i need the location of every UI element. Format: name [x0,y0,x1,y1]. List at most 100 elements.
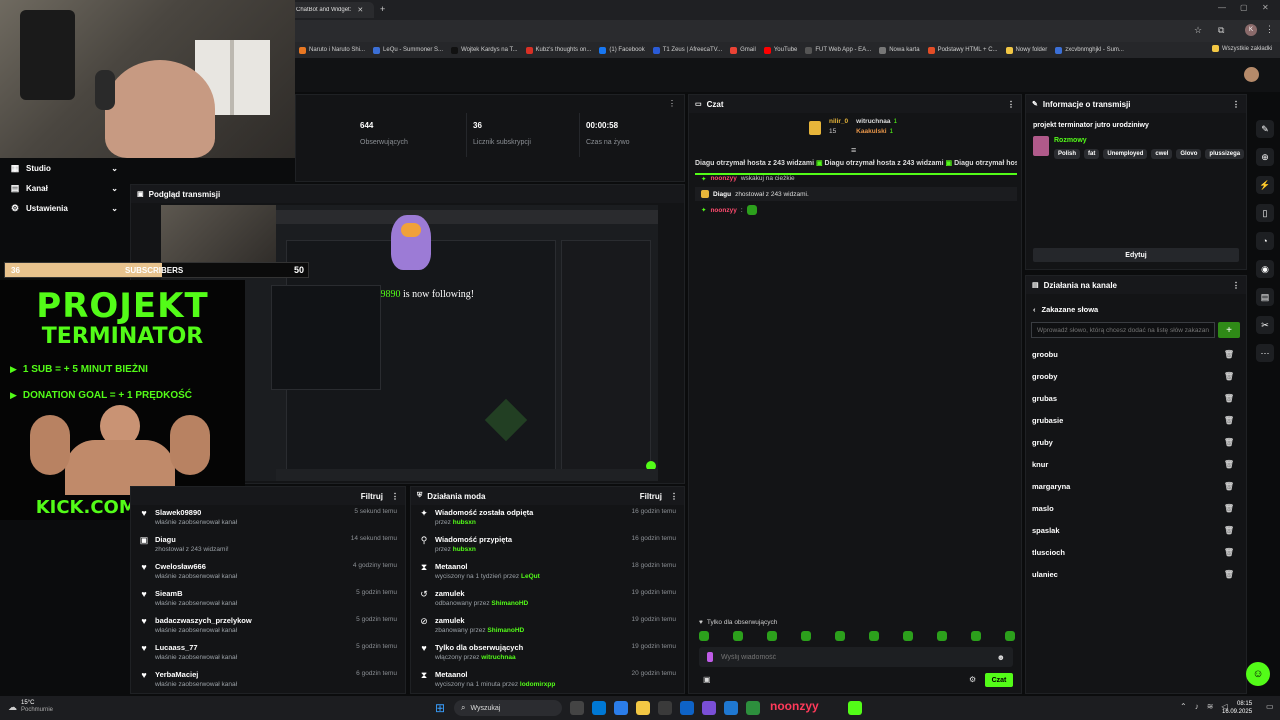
emote-icon[interactable] [733,631,743,641]
emote-icon[interactable] [903,631,913,641]
target-icon[interactable]: ⊕ [1256,148,1274,166]
file-explorer-icon[interactable] [636,701,650,715]
bookmark-item[interactable]: Nowa karta [879,46,920,54]
chat-username[interactable]: Diagu [713,191,731,198]
trash-icon[interactable]: 🗑 [1224,504,1234,513]
mod-action-moderator[interactable]: LeQut [521,573,540,580]
activity-row[interactable]: ♥ Cwelosław666 właśnie zaobserwował kanał 4… [131,559,405,586]
bookmark-item[interactable]: FUT Web App - EA... [805,46,871,54]
banned-word-input[interactable] [1031,322,1215,338]
outlook-icon[interactable] [592,701,606,715]
top-user-name[interactable]: nilir_0 [829,117,848,127]
trash-icon[interactable]: 🗑 [1224,570,1234,579]
app-icon[interactable] [724,701,738,715]
trash-icon[interactable]: 🗑 [1224,438,1234,447]
mod-action-moderator[interactable]: ShimanoHD [491,600,528,607]
mod-action-moderator[interactable]: hubsxn [453,519,476,526]
mod-action-row[interactable]: ⧗ Metaanol wyciszony na 1 tydzień przez Le… [411,559,684,586]
emoji-icon[interactable]: ☻ [997,653,1005,662]
menu-kebab-icon[interactable]: ⋮ [1265,24,1274,35]
stream-tag[interactable]: plussizega [1205,149,1245,159]
user-avatar[interactable] [1244,67,1259,82]
mod-action-moderator[interactable]: hubsxn [453,546,476,553]
trash-icon[interactable]: 🗑 [1224,548,1234,557]
minimize-icon[interactable]: — [1218,3,1226,12]
top-user-name[interactable]: Kaakulski [856,127,886,137]
panel-menu-icon[interactable]: ⋮ [1232,100,1240,109]
mod-action-row[interactable]: ✦ Wiadomość została odpięta przez hubsxn 16… [411,505,684,532]
add-word-button[interactable]: + [1218,322,1240,338]
task-view-icon[interactable] [570,701,584,715]
mod-action-row[interactable]: ⚲ Wiadomość przypięta przez hubsxn 16 godzi… [411,532,684,559]
file-icon[interactable]: ▯ [1256,204,1274,222]
emote-icon[interactable] [971,631,981,641]
emote-icon[interactable] [869,631,879,641]
activity-row[interactable]: ♥ YerbaMaciej właśnie zaobserwował kanał 6 … [131,667,405,694]
bookmark-item[interactable]: (1) Facebook [599,46,645,54]
emote-icon[interactable] [699,631,709,641]
emote-icon[interactable] [937,631,947,641]
wrench-icon[interactable]: ✂ [1256,316,1274,334]
bookmark-item[interactable]: Kubz's thoughts on... [525,46,591,54]
panel-menu-icon[interactable]: ⋮ [1232,281,1240,290]
section-header[interactable]: ‹ Zakazane słowa [1033,305,1098,314]
panel-menu-icon[interactable]: ⋮ [1007,100,1015,109]
profile-avatar[interactable]: K [1245,24,1257,36]
emote-icon[interactable] [801,631,811,641]
emote-icon[interactable] [1005,631,1015,641]
stream-tag[interactable]: cwel [1151,149,1173,159]
mod-action-moderator[interactable]: witruchnaa [481,654,515,661]
stream-tag[interactable]: Glovo [1176,149,1202,159]
mod-action-moderator[interactable]: ShimanoHD [487,627,524,634]
bookmark-item[interactable]: Gmail [730,46,756,54]
emote-icon[interactable] [835,631,845,641]
sidebar-item-settings[interactable]: ⚙ Ustawienia ⌄ [0,198,128,218]
mod-action-moderator[interactable]: lodomirxpp [520,681,555,688]
trash-icon[interactable]: 🗑 [1224,526,1234,535]
panel-menu-icon[interactable]: ⋮ [670,492,678,501]
stack-icon[interactable]: ▤ [1256,288,1274,306]
trash-icon[interactable]: 🗑 [1224,416,1234,425]
edit-button[interactable]: Edytuj [1033,248,1239,262]
browser-tab[interactable]: ChatBot and Widget: ✕ [290,2,374,18]
extensions-icon[interactable]: ⧉ [1218,25,1224,36]
copilot-icon[interactable] [614,701,628,715]
activity-row[interactable]: ♥ Slawek09890 właśnie zaobserwował kanał 5 … [131,505,405,532]
chat-settings-icon[interactable]: ⚙ [969,675,976,684]
bookmark-item[interactable]: zxcvbnmghjkl - Sum... [1055,46,1124,54]
bookmark-item[interactable]: Podstawy HTML + C... [927,46,998,54]
filter-button[interactable]: Filtruj [361,492,383,501]
trash-icon[interactable]: 🗑 [1224,394,1234,403]
mod-action-row[interactable]: ♥ Tylko dla obserwujących włączony przez w… [411,640,684,667]
wifi-icon[interactable]: ≋ [1207,702,1214,711]
bookmark-item[interactable]: LeQu - Summoner S... [373,46,443,54]
activity-row[interactable]: ♥ Lucaass_77 właśnie zaobserwował kanał 5 g… [131,640,405,667]
word-icon[interactable] [680,701,694,715]
broadcast-icon[interactable]: ◉ [1256,260,1274,278]
new-tab-icon[interactable]: + [380,4,385,14]
trash-icon[interactable]: 🗑 [1224,482,1234,491]
share-icon[interactable]: ⋯ [1256,344,1274,362]
activity-row[interactable]: ▣ Diagu zhostował z 243 widzami! 14 sekund … [131,532,405,559]
trash-icon[interactable]: 🗑 [1224,350,1234,359]
all-bookmarks[interactable]: Wszystkie zakładki [1212,45,1273,52]
chat-username[interactable]: noonzyy [710,175,736,183]
mod-action-row[interactable]: ⊘ zamulek zbanowany przez ShimanoHD 19 godz… [411,613,684,640]
sidebar-item-studio[interactable]: ▦ Studio ⌄ [0,158,128,178]
mod-action-row[interactable]: ⧗ Metaanol wyciszony na 1 minuta przez lod… [411,667,684,694]
activity-row[interactable]: ♥ badaczwaszych_przelykow właśnie zaobserw… [131,613,405,640]
star-icon[interactable]: ☆ [1194,25,1202,36]
mic-icon[interactable]: ♪ [1195,702,1199,711]
stream-tag[interactable]: Unemployed [1103,149,1148,159]
chat-username[interactable]: noonzyy [710,207,736,214]
bookmark-item[interactable]: Naruto i Naruto Shi... [299,46,365,54]
bookmark-item[interactable]: Nowy folder [1005,46,1047,54]
chat-bubble-icon[interactable]: ◔ [1256,232,1274,250]
chat-input[interactable] [721,653,989,661]
close-icon[interactable]: ✕ [357,6,363,14]
bookmark-item[interactable]: T1 Zeus | AfreecaTV... [652,46,722,54]
stream-tag[interactable]: fat [1084,149,1100,159]
taskbar-search[interactable]: ⌕ Wyszukaj [454,700,562,716]
chat-send-button[interactable]: Czat [985,673,1013,687]
filter-button[interactable]: Filtruj [640,492,662,501]
